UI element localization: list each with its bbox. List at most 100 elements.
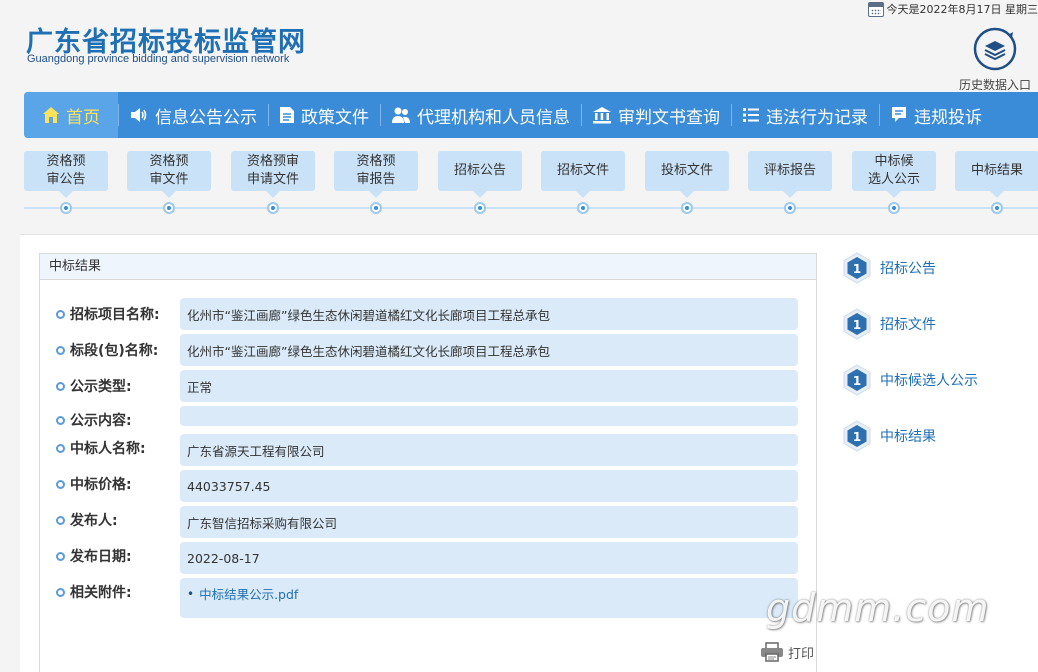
bullet-icon (56, 551, 65, 561)
step-dot (888, 202, 900, 214)
step-dot (577, 202, 589, 214)
nav-label: 违规投诉 (914, 107, 982, 128)
award-result-panel: 中标结果 招标项目名称: 化州市“鉴江画廊”绿色生态休闲碧道橘红文化长廊项目工程… (39, 253, 817, 672)
home-icon (42, 106, 60, 124)
nav-item-violations[interactable]: 违法行为记录 (731, 92, 879, 138)
print-label: 打印 (788, 646, 815, 662)
nav-label: 代理机构和人员信息 (417, 107, 570, 128)
printer-icon (761, 642, 783, 662)
field-value: 2022-08-17 (180, 542, 798, 574)
nav-label: 审判文书查询 (618, 107, 720, 128)
steps-timeline (24, 207, 1038, 209)
nav-item-judgments[interactable]: 审判文书查询 (581, 92, 731, 138)
svg-text:1: 1 (853, 262, 861, 276)
field-value: 广东省源天工程有限公司 (180, 434, 798, 466)
step-evaluation-report[interactable]: 评标报告 (748, 151, 832, 198)
field-row: 中标价格: 44033757.45 (40, 470, 818, 502)
history-label: 历史数据入口 (958, 78, 1031, 92)
sidebar-label: 中标结果 (880, 429, 936, 445)
field-row: 相关附件: • 中标结果公示.pdf (40, 578, 818, 618)
step-prequal-file[interactable]: 资格预 审文件 (127, 151, 211, 198)
step-dot (267, 202, 279, 214)
field-value: 化州市“鉴江画廊”绿色生态休闲碧道橘红文化长廊项目工程总承包 (180, 334, 798, 366)
nav-label: 违法行为记录 (766, 107, 868, 128)
step-dot (370, 202, 382, 214)
step-dot (784, 202, 796, 214)
sidebar-label: 中标候选人公示 (880, 373, 978, 389)
people-icon (391, 106, 411, 124)
step-award-result[interactable]: 中标结果 (955, 151, 1038, 198)
svg-text:1: 1 (853, 374, 861, 388)
field-value: • 中标结果公示.pdf (180, 578, 798, 618)
field-row: 发布日期: 2022-08-17 (40, 542, 818, 574)
sidebar-item-tender-file[interactable]: 1 招标文件 (842, 308, 936, 340)
nav-item-announcements[interactable]: 信息公告公示 (118, 92, 268, 138)
date-text: 今天是2022年8月17日 星期三 (886, 3, 1038, 16)
field-row: 招标项目名称: 化州市“鉴江画廊”绿色生态休闲碧道橘红文化长廊项目工程总承包 (40, 298, 818, 330)
field-label: 招标项目名称: (56, 304, 160, 324)
bullet-icon: • (187, 586, 195, 601)
speaker-icon (129, 106, 149, 124)
calendar-icon (867, 1, 884, 17)
sidebar-item-tender-announcement[interactable]: 1 招标公告 (842, 252, 936, 284)
step-dot (163, 202, 175, 214)
hexagon-badge-icon: 1 (843, 252, 871, 284)
step-bid-file[interactable]: 投标文件 (645, 151, 729, 198)
svg-text:1: 1 (853, 430, 861, 444)
step-tender-file[interactable]: 招标文件 (541, 151, 625, 198)
print-button[interactable]: 打印 (760, 642, 814, 662)
field-row: 标段(包)名称: 化州市“鉴江画廊”绿色生态休闲碧道橘红文化长廊项目工程总承包 (40, 334, 818, 366)
step-prequal-report[interactable]: 资格预 审报告 (334, 151, 418, 198)
hexagon-badge-icon: 1 (843, 308, 871, 340)
field-value: 正常 (180, 370, 798, 402)
field-value: 化州市“鉴江画廊”绿色生态休闲碧道橘红文化长廊项目工程总承包 (180, 298, 798, 330)
svg-text:1: 1 (853, 318, 861, 332)
sidebar-item-candidate-notice[interactable]: 1 中标候选人公示 (842, 364, 978, 396)
step-prequal-announcement[interactable]: 资格预 审公告 (24, 151, 108, 198)
step-dot (991, 202, 1003, 214)
field-label: 发布人: (56, 510, 118, 530)
watermark: gdmm.com (766, 586, 990, 630)
step-prequal-application[interactable]: 资格预审 申请文件 (231, 151, 315, 198)
field-row: 发布人: 广东智信招标采购有限公司 (40, 506, 818, 538)
bullet-icon (56, 515, 65, 525)
field-row: 中标人名称: 广东省源天工程有限公司 (40, 434, 818, 466)
nav-item-home[interactable]: 首页 (24, 92, 118, 138)
field-label: 发布日期: (56, 546, 132, 566)
attachment-link[interactable]: • 中标结果公示.pdf (187, 584, 298, 603)
step-dot (60, 202, 72, 214)
courthouse-icon (592, 106, 612, 124)
step-dot (681, 202, 693, 214)
nav-item-agencies[interactable]: 代理机构和人员信息 (380, 92, 581, 138)
bullet-icon (56, 309, 65, 319)
sidebar-label: 招标文件 (880, 317, 936, 333)
sidebar-label: 招标公告 (880, 261, 936, 277)
database-icon (973, 27, 1017, 71)
nav-item-complaints[interactable]: 违规投诉 (879, 92, 993, 138)
field-value: 44033757.45 (180, 470, 798, 502)
nav-item-policy[interactable]: 政策文件 (268, 92, 380, 138)
field-row: 公示类型: 正常 (40, 370, 818, 402)
nav-label: 首页 (66, 107, 100, 128)
field-label: 标段(包)名称: (56, 340, 158, 360)
panel-title: 中标结果 (40, 254, 816, 280)
history-data-entry[interactable]: 历史数据入口 (952, 26, 1038, 93)
field-value (180, 406, 798, 426)
field-value: 广东智信招标采购有限公司 (180, 506, 798, 538)
bullet-icon (56, 345, 65, 355)
hexagon-badge-icon: 1 (843, 420, 871, 452)
sidebar-item-award-result[interactable]: 1 中标结果 (842, 420, 936, 452)
process-steps: 资格预 审公告 资格预 审文件 资格预审 申请文件 资格预 审报告 招标公告 招标文件 … (24, 151, 1038, 217)
main-nav: 首页 信息公告公示 政策文件 代理机构和人员信息 审判文书查询 违法行为记录 违… (24, 92, 1038, 138)
step-candidate-notice[interactable]: 中标候 选人公示 (852, 151, 936, 198)
bullet-icon (56, 587, 65, 597)
bullet-icon (56, 381, 65, 391)
step-tender-announcement[interactable]: 招标公告 (438, 151, 522, 198)
field-row: 公示内容: (40, 406, 818, 430)
field-label: 公示内容: (56, 410, 132, 430)
hexagon-badge-icon: 1 (843, 364, 871, 396)
site-subtitle: Guangdong province bidding and supervisi… (27, 53, 290, 65)
field-label: 中标人名称: (56, 438, 146, 458)
bullet-icon (56, 443, 65, 453)
bullet-icon (56, 479, 65, 489)
